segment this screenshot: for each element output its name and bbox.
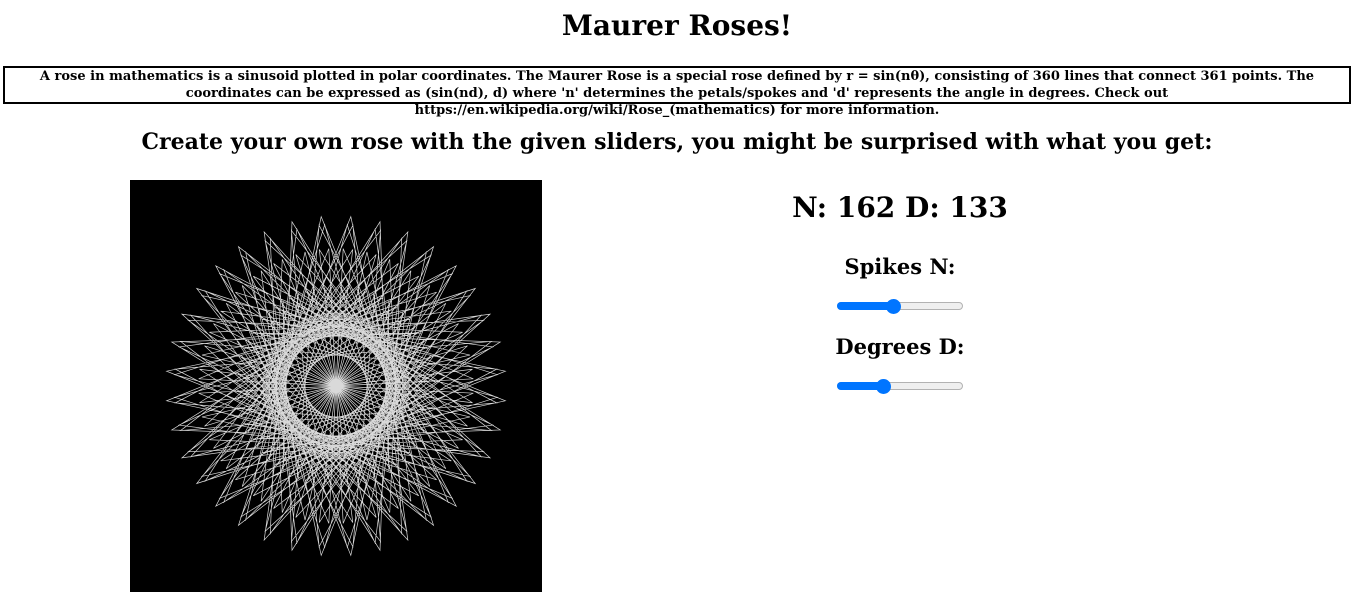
degrees-slider-thumb[interactable] — [875, 379, 891, 394]
spikes-label: Spikes N: — [844, 254, 956, 279]
description-box: A rose in mathematics is a sinusoid plot… — [3, 66, 1351, 118]
page-title: Maurer Roses! — [561, 9, 793, 42]
controls-panel: N: 162 D: 133 Spikes N: Degrees D: — [790, 186, 1010, 394]
rose-lines — [165, 215, 507, 557]
spikes-slider-thumb[interactable] — [885, 299, 901, 314]
spikes-slider[interactable] — [837, 298, 963, 314]
maurer-rose-drawing — [165, 215, 507, 557]
degrees-slider[interactable] — [837, 378, 963, 394]
nd-readout: N: 162 D: 133 — [792, 191, 1008, 224]
page: Maurer Roses! A rose in mathematics is a… — [0, 0, 1354, 616]
degrees-label: Degrees D: — [835, 334, 965, 359]
instructions-heading: Create your own rose with the given slid… — [141, 129, 1213, 155]
rose-canvas — [130, 180, 542, 592]
